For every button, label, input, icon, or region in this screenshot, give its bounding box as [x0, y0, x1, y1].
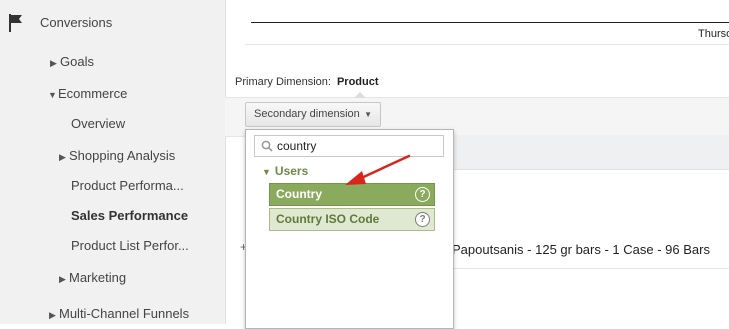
- table-header: [436, 135, 729, 170]
- search-icon: [261, 140, 273, 152]
- caret-right-icon: ▶: [50, 58, 57, 68]
- dimension-option-country-iso-code[interactable]: Country ISO Code ?: [269, 208, 435, 231]
- sidebar-item-label: Product List Perfor...: [71, 238, 189, 253]
- sidebar-section-conversions[interactable]: Conversions: [40, 15, 112, 30]
- sidebar-item-multi-channel-funnels[interactable]: ▶ Multi-Channel Funnels: [49, 306, 189, 321]
- dimension-group-label: Users: [274, 164, 309, 178]
- sidebar-item-overview[interactable]: Overview: [71, 116, 125, 131]
- chart-axis-line: [251, 22, 729, 23]
- caret-down-icon: ▼: [262, 167, 271, 177]
- sidebar-item-shopping-analysis[interactable]: ▶ Shopping Analysis: [59, 148, 175, 163]
- caret-right-icon: ▶: [59, 274, 66, 284]
- caret-right-icon: ▶: [59, 152, 66, 162]
- secondary-dimension-button[interactable]: Secondary dimension ▼: [245, 102, 381, 127]
- sidebar-item-label: Overview: [71, 116, 126, 131]
- dimension-option-country[interactable]: Country ?: [269, 183, 435, 206]
- sidebar-item-sales-performance[interactable]: Sales Performance: [71, 208, 188, 223]
- chevron-down-icon: ▼: [364, 110, 372, 119]
- sidebar-item-label: Sales Performance: [71, 208, 189, 223]
- primary-dimension-value[interactable]: Product: [337, 76, 379, 88]
- sidebar-item-goals[interactable]: ▶ Goals: [50, 54, 94, 69]
- sidebar-item-product-performance[interactable]: Product Performa...: [71, 178, 184, 193]
- dimension-search-box[interactable]: [254, 135, 444, 157]
- caret-down-icon: ▼: [48, 90, 57, 100]
- primary-dimension: Primary Dimension: Product: [235, 76, 379, 88]
- dimension-option-label: Country: [276, 187, 322, 201]
- table-row-product[interactable]: Papoutsanis - 125 gr bars - 1 Case - 96 …: [452, 242, 710, 257]
- sidebar-item-label: Ecommerce: [58, 86, 128, 101]
- dimension-option-label: Country ISO Code: [276, 212, 380, 226]
- sidebar: Conversions ▶ Goals ▼Ecommerce Overview ▶…: [0, 0, 226, 324]
- secondary-dimension-dropdown: ▼Users Country ? Country ISO Code ?: [245, 129, 454, 329]
- chart-axis-label: Thurso: [698, 28, 729, 40]
- row-divider: [436, 268, 729, 269]
- sidebar-item-label: Shopping Analysis: [69, 148, 176, 163]
- divider: [245, 44, 729, 45]
- dimension-group-users[interactable]: ▼ Users: [262, 164, 308, 178]
- primary-dimension-label: Primary Dimension:: [235, 76, 331, 88]
- pointer-caret-icon: [354, 92, 366, 98]
- sidebar-item-label: Marketing: [69, 270, 127, 285]
- sidebar-item-marketing[interactable]: ▶ Marketing: [59, 270, 126, 285]
- sidebar-item-label: Product Performa...: [71, 178, 184, 193]
- secondary-dimension-label: Secondary dimension: [254, 108, 360, 120]
- sidebar-item-product-list-performance[interactable]: Product List Perfor...: [71, 238, 189, 253]
- sidebar-item-ecommerce[interactable]: ▼Ecommerce: [48, 86, 127, 101]
- help-icon[interactable]: ?: [415, 212, 430, 227]
- sidebar-item-label: Goals: [60, 54, 94, 69]
- sidebar-item-label: Multi-Channel Funnels: [59, 306, 190, 321]
- dimension-search-input[interactable]: [277, 138, 437, 154]
- sidebar-section-label: Conversions: [40, 15, 113, 30]
- flag-icon: [9, 14, 22, 32]
- help-icon[interactable]: ?: [415, 187, 430, 202]
- caret-right-icon: ▶: [49, 310, 56, 320]
